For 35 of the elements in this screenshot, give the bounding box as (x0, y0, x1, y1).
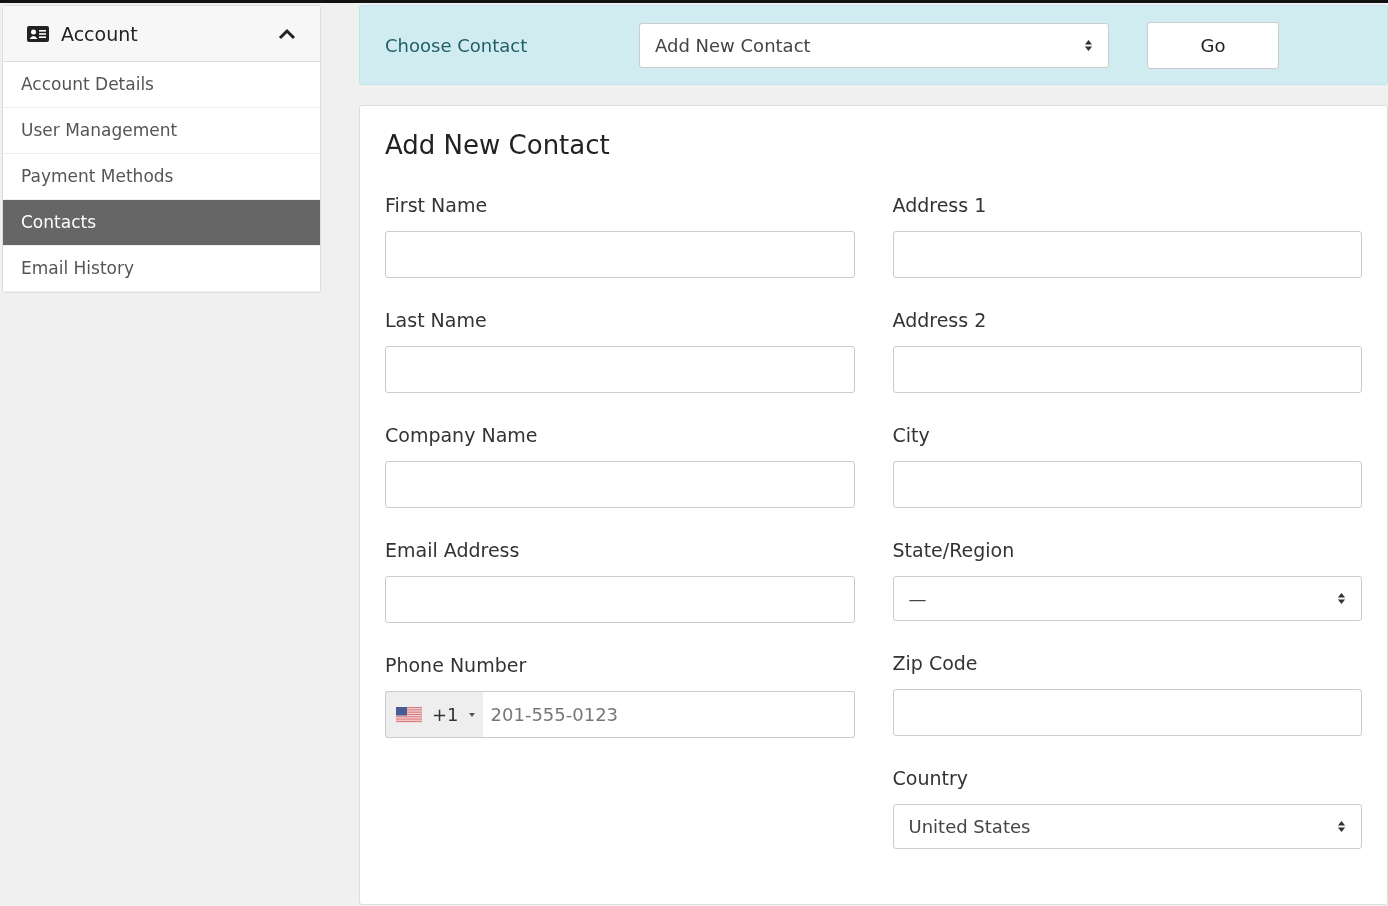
sidebar-item[interactable]: Email History (3, 246, 320, 292)
sidebar-header[interactable]: Account (3, 6, 320, 62)
input-field[interactable] (892, 461, 1362, 508)
field-label: Address 1 (892, 194, 988, 218)
input-field[interactable] (385, 461, 855, 508)
select-field[interactable]: United States (892, 804, 1362, 849)
input-field[interactable] (892, 689, 1362, 736)
sidebar-title: Account (61, 22, 139, 45)
select-field[interactable]: — (892, 576, 1362, 621)
input-field[interactable] (385, 231, 855, 278)
field-label: Country (892, 767, 969, 791)
field-label: Phone Number (385, 654, 528, 678)
input-field[interactable] (892, 231, 1362, 278)
sort-arrows-icon (1337, 820, 1346, 833)
form-title: Add New Contact (385, 130, 611, 160)
input-field[interactable] (892, 346, 1362, 393)
field-label: Zip Code (892, 652, 979, 676)
contact-select[interactable]: Add New Contact (639, 22, 1109, 68)
field-label: Email Address (385, 539, 521, 563)
sort-arrows-icon (1337, 592, 1346, 605)
contact-card-icon (27, 25, 49, 42)
input-field[interactable] (385, 576, 855, 623)
sort-arrows-icon (1084, 38, 1093, 52)
field-label: City (892, 424, 931, 448)
sidebar-item[interactable]: Contacts (3, 200, 320, 246)
field-label: Address 2 (892, 309, 988, 333)
sidebar-item[interactable]: Account Details (3, 62, 320, 108)
field-label: First Name (385, 194, 489, 218)
sidebar-item[interactable]: User Management (3, 108, 320, 154)
input-field[interactable] (385, 346, 855, 393)
field-label: Last Name (385, 309, 488, 333)
field-label: State/Region (892, 539, 1016, 563)
go-button[interactable]: Go (1147, 21, 1279, 69)
field-label: Company Name (385, 424, 539, 448)
chooser-label: Choose Contact (385, 34, 529, 56)
